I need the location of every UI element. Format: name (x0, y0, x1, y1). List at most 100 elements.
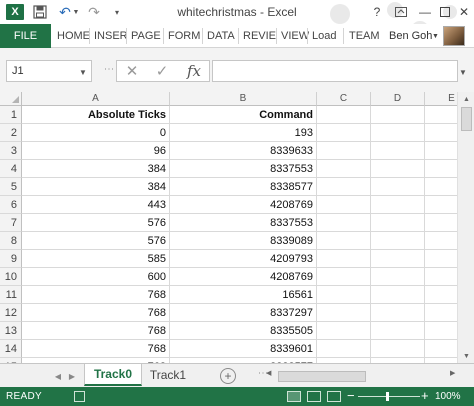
cell-a11[interactable]: 768 (22, 286, 170, 304)
column-header-b[interactable]: B (170, 92, 317, 106)
cell-b6[interactable]: 4208769 (170, 196, 317, 214)
cell-b3[interactable]: 8339633 (170, 142, 317, 160)
zoom-in-button[interactable]: + (421, 388, 429, 403)
scroll-left-icon[interactable]: ◀ (266, 369, 271, 377)
cell-b8[interactable]: 8339089 (170, 232, 317, 250)
scroll-right-icon[interactable]: ▶ (450, 369, 455, 377)
zoom-slider[interactable] (358, 396, 420, 397)
page-break-preview-icon[interactable] (327, 391, 341, 402)
cell-a3[interactable]: 96 (22, 142, 170, 160)
cell-b1[interactable]: Command (170, 106, 317, 124)
column-header-c[interactable]: C (317, 92, 371, 106)
cell-c10[interactable] (317, 268, 371, 286)
cell-b5[interactable]: 8338577 (170, 178, 317, 196)
cell-a1[interactable]: Absolute Ticks (22, 106, 170, 124)
row-header[interactable]: 14 (0, 340, 22, 358)
expand-formula-bar-icon[interactable]: ▼ (459, 68, 467, 77)
cell-c11[interactable] (317, 286, 371, 304)
row-header[interactable]: 4 (0, 160, 22, 178)
horizontal-scroll-thumb[interactable] (278, 371, 366, 382)
user-name[interactable]: Ben Goh (389, 24, 432, 48)
cell-c4[interactable] (317, 160, 371, 178)
ribbon-display-options-button[interactable] (392, 3, 410, 21)
column-header-d[interactable]: D (371, 92, 425, 106)
previous-sheet-icon[interactable]: ◀ (52, 369, 64, 383)
user-dropdown-icon[interactable]: ▼ (432, 33, 439, 40)
insert-function-icon[interactable]: fx (184, 62, 204, 80)
tab-file[interactable]: FILE (0, 24, 51, 48)
cell-a5[interactable]: 384 (22, 178, 170, 196)
cell-d1[interactable] (371, 106, 425, 124)
row-header[interactable]: 9 (0, 250, 22, 268)
page-layout-view-icon[interactable] (307, 391, 321, 402)
tab-page-layout[interactable]: PAGE (131, 24, 161, 48)
cell-a7[interactable]: 576 (22, 214, 170, 232)
row-header[interactable]: 8 (0, 232, 22, 250)
cell-d5[interactable] (371, 178, 425, 196)
tab-load[interactable]: Load (312, 24, 336, 48)
cell-a9[interactable]: 585 (22, 250, 170, 268)
cell-b9[interactable]: 4209793 (170, 250, 317, 268)
cell-a2[interactable]: 0 (22, 124, 170, 142)
cell-d13[interactable] (371, 322, 425, 340)
row-header[interactable]: 11 (0, 286, 22, 304)
cell-d14[interactable] (371, 340, 425, 358)
cancel-icon[interactable]: ✕ (122, 62, 142, 80)
cell-a4[interactable]: 384 (22, 160, 170, 178)
row-header[interactable]: 12 (0, 304, 22, 322)
cell-a6[interactable]: 443 (22, 196, 170, 214)
cell-b2[interactable]: 193 (170, 124, 317, 142)
row-header[interactable]: 1 (0, 106, 22, 124)
macro-recording-icon[interactable] (74, 391, 85, 402)
cell-b4[interactable]: 8337553 (170, 160, 317, 178)
tab-view[interactable]: VIEW (281, 24, 309, 48)
cell-b10[interactable]: 4208769 (170, 268, 317, 286)
cell-b13[interactable]: 8335505 (170, 322, 317, 340)
worksheet-grid[interactable]: A B C D E 1 Absolute Ticks Command 2 0 193 3 96… (0, 92, 474, 363)
row-header[interactable]: 5 (0, 178, 22, 196)
row-header[interactable]: 6 (0, 196, 22, 214)
enter-icon[interactable]: ✓ (152, 62, 172, 80)
tab-team[interactable]: TEAM (349, 24, 380, 48)
cell-d6[interactable] (371, 196, 425, 214)
maximize-button[interactable] (436, 3, 454, 21)
formula-input[interactable] (212, 60, 458, 82)
minimize-button[interactable]: — (416, 3, 434, 21)
cell-c9[interactable] (317, 250, 371, 268)
avatar[interactable] (443, 26, 465, 46)
cell-a14[interactable]: 768 (22, 340, 170, 358)
name-box-dropdown-icon[interactable]: ▼ (79, 68, 87, 77)
cell-c7[interactable] (317, 214, 371, 232)
cell-d8[interactable] (371, 232, 425, 250)
cell-d11[interactable] (371, 286, 425, 304)
zoom-level[interactable]: 100% (435, 391, 461, 402)
row-header[interactable]: 13 (0, 322, 22, 340)
tab-insert[interactable]: INSER (94, 24, 128, 48)
cell-b7[interactable]: 8337553 (170, 214, 317, 232)
cell-c14[interactable] (317, 340, 371, 358)
scroll-down-icon[interactable]: ▼ (458, 349, 474, 363)
tab-home[interactable]: HOME (57, 24, 90, 48)
cell-d10[interactable] (371, 268, 425, 286)
zoom-out-button[interactable]: − (347, 388, 355, 403)
close-button[interactable]: ✕ (455, 3, 473, 21)
cell-c3[interactable] (317, 142, 371, 160)
cell-d12[interactable] (371, 304, 425, 322)
cell-d3[interactable] (371, 142, 425, 160)
sheet-tab-track0[interactable]: Track0 (84, 364, 142, 386)
cell-d9[interactable] (371, 250, 425, 268)
cell-c5[interactable] (317, 178, 371, 196)
tab-data[interactable]: DATA (207, 24, 235, 48)
cell-c1[interactable] (317, 106, 371, 124)
cell-a12[interactable]: 768 (22, 304, 170, 322)
cell-c2[interactable] (317, 124, 371, 142)
cell-c8[interactable] (317, 232, 371, 250)
cell-d7[interactable] (371, 214, 425, 232)
cell-a10[interactable]: 600 (22, 268, 170, 286)
column-header-a[interactable]: A (22, 92, 170, 106)
cell-b12[interactable]: 8337297 (170, 304, 317, 322)
sheet-tab-track1[interactable]: Track1 (142, 364, 194, 386)
normal-view-icon[interactable] (287, 391, 301, 402)
tab-formulas[interactable]: FORM (168, 24, 200, 48)
scroll-up-icon[interactable]: ▲ (458, 92, 474, 106)
